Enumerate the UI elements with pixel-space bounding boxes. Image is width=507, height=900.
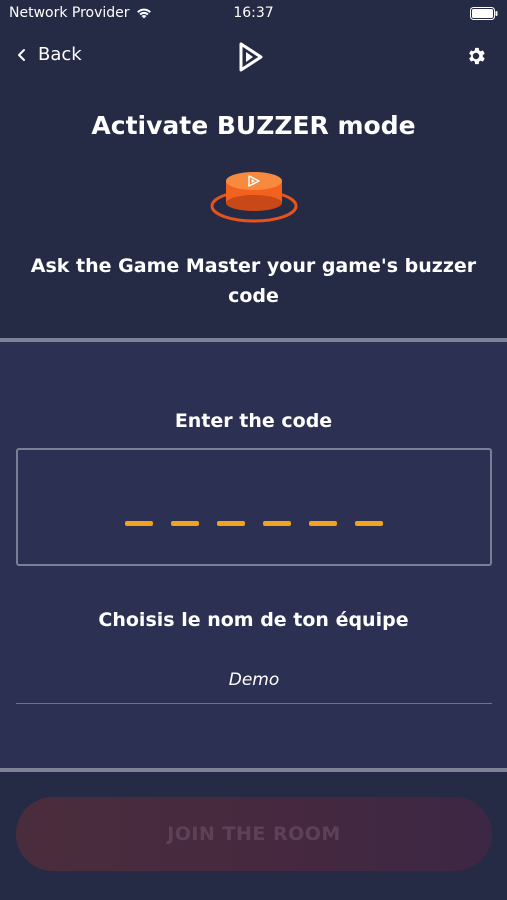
code-slot — [263, 521, 291, 526]
status-bar: Network Provider 16:37 — [0, 0, 507, 28]
code-input[interactable] — [16, 448, 492, 566]
code-slot — [309, 521, 337, 526]
instructions-text: Ask the Game Master your game's buzzer c… — [30, 255, 477, 307]
code-slot — [171, 521, 199, 526]
code-label: Enter the code — [174, 410, 333, 432]
nav-bar: Back — [0, 36, 507, 78]
status-time: 16:37 — [233, 5, 274, 21]
battery-icon — [470, 7, 498, 20]
join-room-button[interactable]: JOIN THE ROOM — [16, 797, 492, 871]
play-logo-icon — [239, 42, 263, 72]
page-title: Activate BUZZER mode — [91, 111, 416, 140]
chevron-left-icon — [18, 48, 25, 61]
team-name-input[interactable] — [16, 656, 492, 704]
back-label: Back — [38, 44, 82, 65]
code-slots — [125, 521, 401, 526]
code-slot — [125, 521, 153, 526]
back-button[interactable]: Back — [16, 44, 82, 65]
team-name-label: Choisis le nom de ton équipe — [98, 609, 409, 631]
section-divider — [0, 768, 507, 772]
buzzer-icon — [210, 172, 298, 223]
code-slot — [355, 521, 383, 526]
gear-icon[interactable] — [465, 45, 487, 67]
code-slot — [217, 521, 245, 526]
